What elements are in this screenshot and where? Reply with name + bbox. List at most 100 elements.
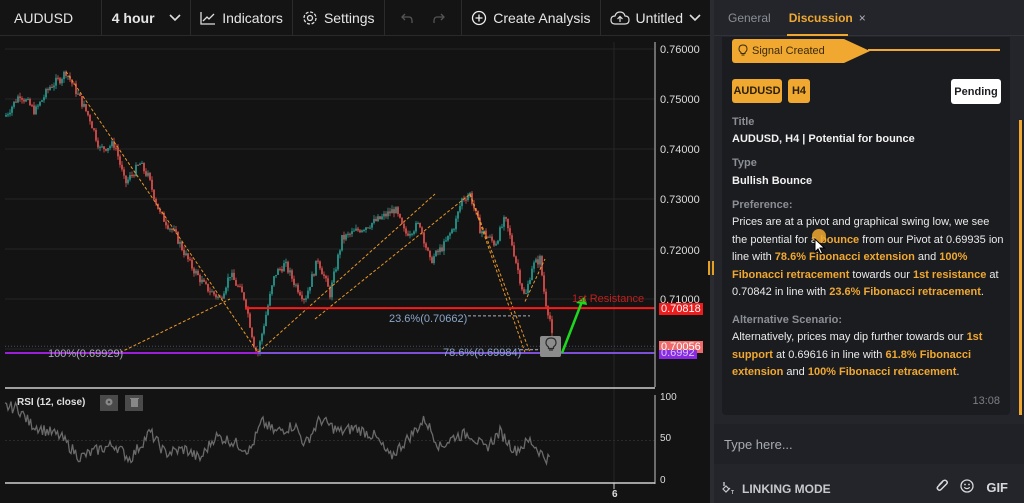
candle-body [285,261,287,264]
candle-body [87,111,89,116]
candle-body [315,260,317,276]
close-icon[interactable]: × [859,11,866,25]
candle-body [135,164,137,177]
candle-body [51,86,53,88]
signal-created-banner: Signal Created [732,39,870,63]
candle-body [275,274,277,277]
candle-body [99,146,101,148]
plus-circle-icon [471,10,487,26]
price-tick: 0.76000 [660,44,700,56]
tab-discussion[interactable]: Discussion × [786,0,866,36]
svg-text:T: T [731,490,734,495]
indicators-button[interactable]: Indicators [191,0,293,36]
candle-body [277,268,279,275]
candle-body [461,198,463,207]
candle-body [291,270,293,279]
candle-body [411,233,413,235]
highlight-run: 78.6% Fibonacci extension [774,251,915,263]
candle-body [367,227,369,229]
candle-body [171,228,173,231]
alternative-label: Alternative Scenario: [732,314,843,326]
undo-icon[interactable] [400,12,414,24]
layout-menu[interactable]: Untitled [601,0,710,36]
candle-body [189,259,191,261]
candle-body [231,272,233,277]
scrollbar-thumb[interactable] [1019,120,1022,415]
candle-body [393,209,395,214]
candle-body [549,315,551,320]
fib-786-label: 78.6%(0.69984) [443,347,522,359]
rsi-settings-button[interactable] [100,395,118,411]
interval-dropdown[interactable]: 4 hour [102,0,192,36]
fib-100-label: 100%(0.69929) [48,348,124,360]
candle-body [249,313,251,328]
status-pending-button[interactable]: Pending [951,79,1001,104]
candle-body [501,226,503,228]
rsi-delete-button[interactable] [125,395,143,411]
signal-marker[interactable] [540,336,561,357]
candle-body [227,277,229,288]
candle-body [59,78,61,84]
candle-body [535,259,537,263]
candle-body [297,284,299,293]
candle-body [229,276,231,278]
candle-body [425,243,427,248]
candle-body [235,280,237,286]
price-chart-canvas[interactable] [0,37,710,503]
cloud-upload-icon [609,10,630,25]
linking-mode-toggle[interactable]: T LINKING MODE [720,479,831,498]
candle-body [423,232,425,244]
candle-body [121,164,123,170]
gif-button[interactable]: GIF [986,480,1008,495]
message-input[interactable] [724,434,1004,454]
candle-body [397,207,399,214]
candle-body [405,228,407,234]
candle-body [143,162,145,172]
candle-body [105,148,107,151]
candle-body [35,106,37,115]
price-tick: 0.73000 [660,194,700,206]
settings-button[interactable]: Settings [293,0,385,36]
candle-body [403,223,405,229]
redo-icon[interactable] [432,12,446,24]
candle-body [95,129,97,141]
candle-body [523,289,525,294]
candle-body [503,217,505,227]
candle-body [7,114,9,116]
candle-body [119,156,121,165]
candle-body [33,105,35,115]
candle-body [131,175,133,177]
alternative-text: Alternatively, prices may dip further to… [732,329,1004,382]
symbol-selector[interactable]: AUDUSD [0,0,102,36]
candle-body [223,293,225,299]
candle-body [337,254,339,270]
fib-trendline [65,71,259,353]
candle-body [213,291,215,295]
candle-body [271,285,273,294]
candle-body [451,229,453,234]
candle-body [97,140,99,148]
candle-body [89,115,91,122]
tab-general[interactable]: General [728,11,771,25]
candle-body [209,291,211,293]
candle-body [521,283,523,290]
candle-body [107,148,109,151]
highlight-run: 23.6% Fibonacci retracement [829,286,981,298]
emoji-icon[interactable] [960,479,974,496]
candle-body [85,104,87,112]
candle-body [419,222,421,228]
candle-body [361,230,363,233]
candle-body [433,256,435,264]
chart-area[interactable]: 0.76000 0.75000 0.74000 0.73000 0.72000 … [0,37,710,503]
create-analysis-button[interactable]: Create Analysis [462,0,601,36]
candle-body [413,231,415,234]
candle-body [427,247,429,251]
candle-body [27,98,29,100]
settings-label: Settings [323,9,375,26]
candle-body [493,240,495,246]
paperclip-icon[interactable] [936,479,949,496]
candle-body [269,293,271,306]
chevron-down-icon [169,13,181,22]
candle-body [37,105,39,107]
resistance-label: 1st Resistance [572,293,645,305]
